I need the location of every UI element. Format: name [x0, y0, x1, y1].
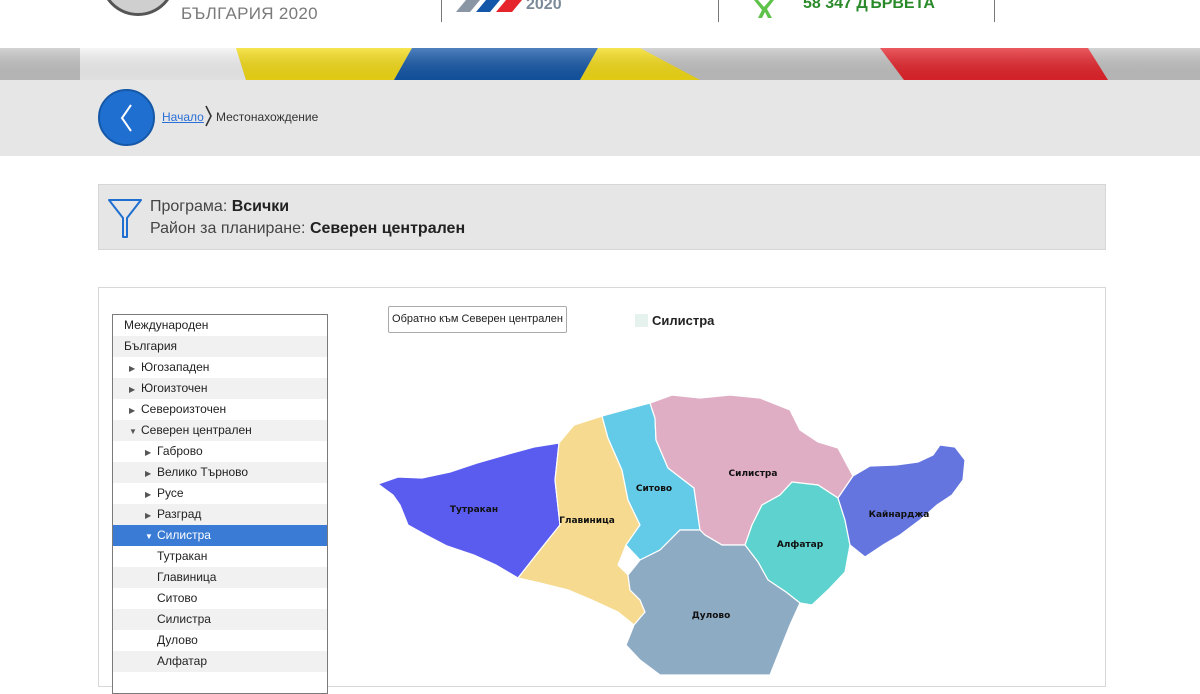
tree-item-bulgaria[interactable]: България	[113, 336, 327, 357]
expand-triangle-icon[interactable]: ▶	[145, 505, 157, 526]
tree-item-gabrovo[interactable]: ▶ Габрово	[113, 441, 327, 462]
tree-item-label: Ситово	[157, 591, 198, 605]
tree-icon	[754, 0, 774, 18]
tree-item-sitovo[interactable]: Ситово	[113, 588, 327, 609]
tree-item-label: Тутракан	[157, 549, 208, 563]
tree-item-label: Силистра	[157, 528, 211, 542]
filter-summary	[98, 184, 1106, 250]
flag-stripe-band	[0, 48, 1200, 80]
tree-item-label: Габрово	[157, 444, 203, 458]
breadcrumb-current: Местонахождение	[216, 110, 319, 124]
coat-of-arms-logo[interactable]	[100, 0, 176, 16]
filter-program-value: Всички	[231, 198, 290, 215]
tree-item-label: Североизточен	[141, 402, 227, 416]
filter-program: Програма: Всички	[150, 198, 289, 216]
back-to-region-button[interactable]: Обратно към Северен централен	[388, 306, 567, 333]
tree-item-southwest[interactable]: ▶ Югозападен	[113, 357, 327, 378]
funnel-filter-icon	[108, 199, 142, 238]
tree-item-silistra-municipality[interactable]: Силистра	[113, 609, 327, 630]
tree-item-tutrakan[interactable]: Тутракан	[113, 546, 327, 567]
logo-text: БЪЛГАРИЯ 2020	[181, 4, 318, 23]
expand-triangle-icon[interactable]: ▶	[129, 358, 141, 379]
site-header: БЪЛГАРИЯ 2020 2020 58 347 ДЪРВЕТА	[0, 0, 1200, 48]
expand-triangle-icon[interactable]: ▶	[129, 379, 141, 400]
tree-item-label: Силистра	[157, 612, 211, 626]
tree-item-label: Русе	[157, 486, 184, 500]
filter-region-value: Северен централен	[309, 220, 466, 237]
collapse-triangle-icon[interactable]: ▼	[129, 421, 141, 442]
trees-counter: 58 347 ДЪРВЕТА	[803, 0, 935, 12]
tree-item-southeast[interactable]: ▶ Югоизточен	[113, 378, 327, 399]
tree-item-dulovo[interactable]: Дулово	[113, 630, 327, 651]
tree-item-veliko-tarnovo[interactable]: ▶ Велико Търново	[113, 462, 327, 483]
tree-item-north-central[interactable]: ▼ Северен централен	[113, 420, 327, 441]
location-tree[interactable]: Международен България ▶ Югозападен ▶ Югоиз…	[112, 314, 328, 694]
back-button[interactable]	[98, 89, 155, 146]
tree-item-label: Алфатар	[157, 654, 207, 668]
tree-item-razgrad[interactable]: ▶ Разград	[113, 504, 327, 525]
header-divider	[994, 0, 995, 22]
legend-label: Силистра	[652, 313, 715, 328]
tree-item-silistra-selected[interactable]: ▼ Силистра	[113, 525, 327, 546]
collapse-triangle-icon[interactable]: ▼	[145, 526, 157, 547]
tree-item-label: Разград	[157, 507, 202, 521]
expand-triangle-icon[interactable]: ▶	[145, 442, 157, 463]
header-divider	[441, 0, 442, 22]
filter-program-label: Програма:	[150, 198, 232, 215]
tree-item-ruse[interactable]: ▶ Русе	[113, 483, 327, 504]
bulgaria-2020-logo-icon	[456, 0, 522, 12]
filter-region: Район за планиране: Северен централен	[150, 220, 465, 238]
breadcrumb-separator-icon	[205, 105, 212, 127]
tree-item-label: Главиница	[157, 570, 217, 584]
legend-swatch	[635, 314, 648, 327]
filter-region-label: Район за планиране:	[150, 220, 310, 237]
expand-triangle-icon[interactable]: ▶	[129, 400, 141, 421]
tree-item-label: Северен централен	[141, 423, 252, 437]
tree-item-label: Велико Търново	[157, 465, 249, 479]
logo-year: 2020	[526, 0, 562, 13]
tree-item-alfatar[interactable]: Алфатар	[113, 651, 327, 672]
header-divider	[718, 0, 719, 22]
tree-item-label: Международен	[124, 318, 209, 332]
tree-item-label: Югоизточен	[141, 381, 208, 395]
tree-item-label: България	[124, 339, 178, 353]
tree-item-northeast[interactable]: ▶ Североизточен	[113, 399, 327, 420]
breadcrumb-home-link[interactable]: Начало	[162, 110, 204, 124]
chevron-left-icon	[120, 104, 132, 132]
tree-item-label: Югозападен	[141, 360, 210, 374]
tree-item-label: Дулово	[157, 633, 198, 647]
expand-triangle-icon[interactable]: ▶	[145, 484, 157, 505]
expand-triangle-icon[interactable]: ▶	[145, 463, 157, 484]
tree-item-international[interactable]: Международен	[113, 315, 327, 336]
tree-item-glavinitsa[interactable]: Главиница	[113, 567, 327, 588]
